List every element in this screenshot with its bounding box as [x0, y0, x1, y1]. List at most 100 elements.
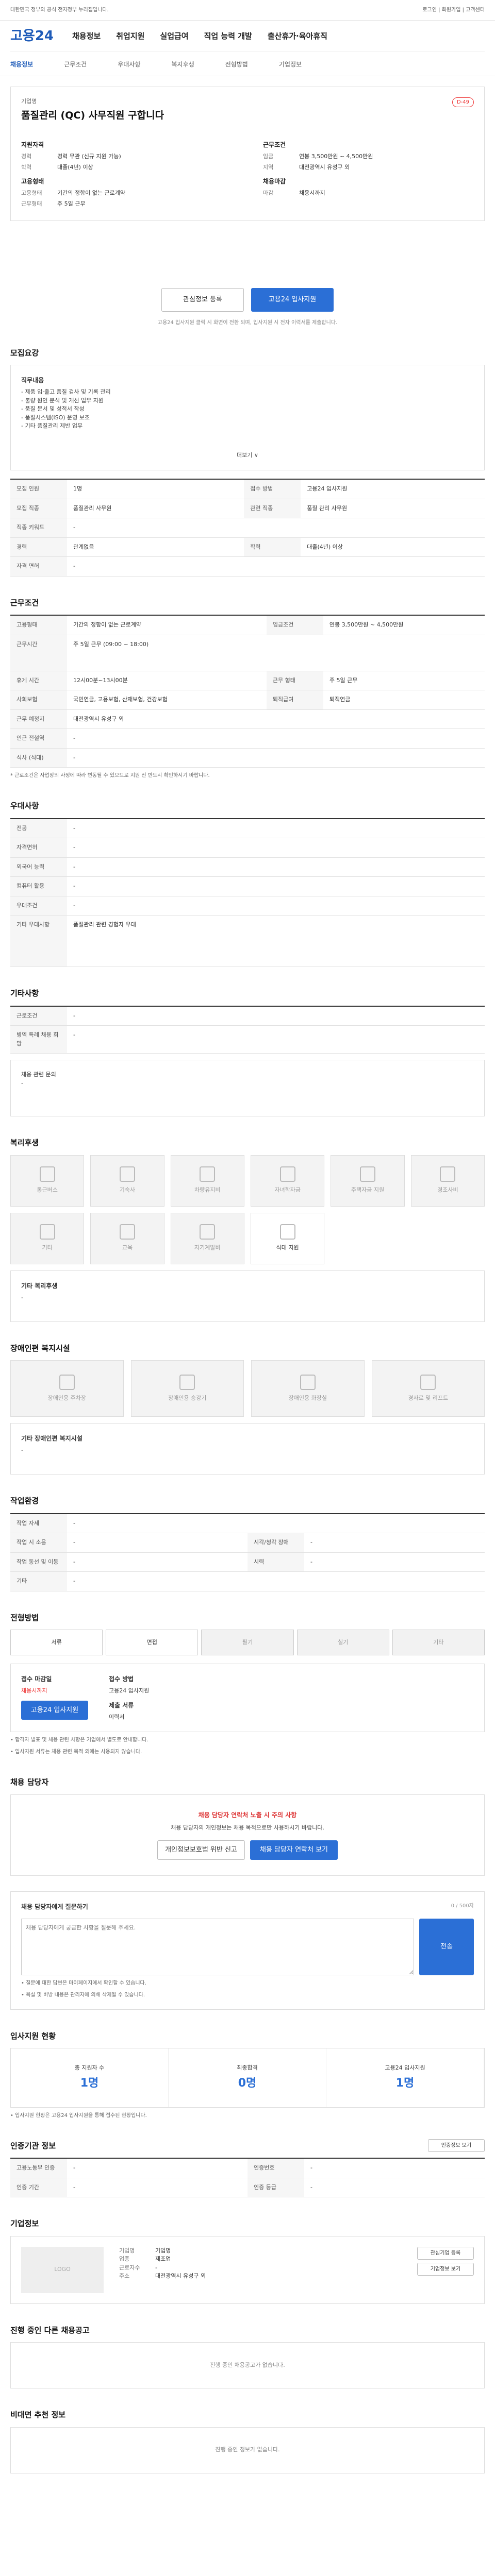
table-value: - — [67, 818, 485, 838]
table-value: - — [67, 728, 485, 749]
method-label: 접수 방법 — [109, 1675, 134, 1683]
report-button[interactable]: 개인정보보호법 위반 신고 — [157, 1840, 245, 1860]
company-key: 기업명 — [119, 2247, 135, 2254]
tab-conditions[interactable]: 근무조건 — [64, 60, 87, 69]
table-key: 기타 — [10, 1571, 67, 1591]
process-steps: 서류 면접 필기 실기 기타 — [10, 1630, 485, 1655]
gnb-item[interactable]: 출산휴가·육아휴직 — [268, 30, 327, 42]
job-description: 직무내용 - 제품 입·출고 품질 검사 및 기록 관리 - 불량 원인 분석 … — [10, 365, 485, 470]
company-value: - — [155, 2264, 157, 2271]
recruit-table: 모집 인원 1명 접수 방법 고용24 입사지원 모집 직종 품질관리 사무원 관련 직종… — [10, 479, 485, 577]
desc-line: - 품질 문서 및 성적서 작성 — [21, 405, 85, 412]
welfare-tile: 차량유지비 — [170, 1155, 244, 1207]
table-key: 자격면허 — [10, 838, 67, 858]
car-icon — [200, 1166, 216, 1182]
more-button[interactable]: 더보기 ∨ — [21, 451, 474, 460]
welfare-tile: 주택자금 지원 — [331, 1155, 405, 1207]
tab-welfare[interactable]: 복지후생 — [172, 60, 194, 69]
gnb-item[interactable]: 채용정보 — [72, 30, 101, 42]
table-value: - — [67, 1025, 485, 1054]
welfare-tile: 교육 — [90, 1212, 164, 1264]
table-value: 국민연금, 고용보험, 산재보험, 건강보험 — [67, 690, 267, 710]
inquiry-title: 채용 관련 문의 — [21, 1071, 56, 1078]
section-title-disabled: 장애인편 복지시설 — [10, 1343, 70, 1353]
docs-value: 이력서 — [109, 1713, 125, 1720]
table-key: 학력 — [244, 537, 301, 557]
table-value: - — [67, 556, 485, 577]
video-empty: 진행 중인 정보가 없습니다. — [10, 2427, 485, 2473]
util-links[interactable]: 로그인 | 회원가입 | 고객센터 — [422, 6, 485, 14]
table-value: - — [67, 1513, 485, 1533]
disabled-tile: 장애인용 주차장 — [10, 1360, 124, 1417]
job-title: 품질관리 (QC) 사무직원 구합니다 — [21, 109, 164, 121]
desc-line: - 기타 품질관리 제반 업무 — [21, 422, 83, 429]
desc-line: - 품질시스템(ISO) 운영 보조 — [21, 414, 90, 421]
welfare-tile: 기타 — [10, 1212, 85, 1264]
stats-box: 총 지원자 수 1명 최종합격 0명 고용24 입사지원 1명 — [10, 2048, 485, 2108]
deadline-label: 접수 마감일 — [21, 1675, 52, 1683]
table-key: 전공 — [10, 818, 67, 838]
apply-info-box: 접수 마감일 채용시까지 고용24 입사지원 접수 방법 고용24 입사지원 제… — [10, 1664, 485, 1732]
table-value: - — [304, 2158, 485, 2178]
table-value: 주 5일 근무 — [323, 671, 485, 690]
welfare-label: 주택자금 지원 — [351, 1187, 385, 1194]
company-info-button[interactable]: 기업정보 보기 — [417, 2262, 474, 2276]
table-key: 병역 특례 채용 희망 — [10, 1025, 67, 1054]
stats-note: • 입사지원 현황은 고용24 입사지원을 통해 접수된 현황입니다. — [10, 2112, 147, 2119]
disabled-tile: 장애인용 승강기 — [130, 1360, 244, 1417]
favorite-company-button[interactable]: 관심기업 등록 — [417, 2246, 474, 2260]
house-icon — [359, 1166, 375, 1182]
welfare-label: 교육 — [122, 1244, 133, 1251]
favorite-button[interactable]: 관심정보 등록 — [161, 288, 244, 312]
table-key: 작업 동선 및 이동 — [10, 1552, 67, 1572]
inquiry-box: 채용 관련 문의 - — [10, 1060, 485, 1116]
table-key: 작업 자세 — [10, 1513, 67, 1533]
stat-item: 고용24 입사지원 1명 — [326, 2048, 484, 2107]
section-title-process: 전형방법 — [10, 1613, 39, 1622]
table-key: 인증 등급 — [248, 2178, 304, 2197]
show-contact-button[interactable]: 채용 담당자 연락처 보기 — [250, 1840, 338, 1860]
cert-button[interactable]: 인증정보 보기 — [428, 2139, 485, 2153]
summary-key: 학력 — [21, 163, 32, 171]
table-value: 연봉 3,500만원 ~ 4,500만원 — [323, 615, 485, 635]
tab-company[interactable]: 기업정보 — [279, 60, 302, 69]
bus-icon — [39, 1166, 55, 1182]
apply-button[interactable]: 고용24 입사지원 — [251, 288, 334, 312]
school-icon — [279, 1166, 295, 1182]
table-key: 고용형태 — [10, 615, 67, 635]
table-key: 모집 직종 — [10, 499, 67, 518]
desc-line: - 불량 원인 분석 및 개선 업무 지원 — [21, 397, 104, 404]
manager-box: 채용 담당자 연락처 노출 시 주의 사항 채용 담당자의 개인정보는 채용 목… — [10, 1794, 485, 1876]
conditions-note: * 근로조건은 사업장의 사정에 따라 변동될 수 있으므로 지원 전 반드시 … — [10, 773, 210, 778]
welfare-label: 경조사비 — [437, 1187, 458, 1194]
table-value: 대전광역시 유성구 외 — [67, 709, 485, 729]
stat-value: 0명 — [238, 2076, 257, 2090]
stat-label: 총 지원자 수 — [74, 2064, 105, 2071]
tab-preference[interactable]: 우대사항 — [118, 60, 140, 69]
summary-value: 채용시까지 — [299, 190, 325, 196]
summary-heading: 고용형태 — [21, 178, 44, 185]
summary-value: 대전광역시 유성구 외 — [299, 163, 350, 171]
apply-button-bottom[interactable]: 고용24 입사지원 — [21, 1700, 88, 1720]
table-value: - — [67, 518, 485, 538]
company-key: 업종 — [119, 2256, 130, 2262]
welfare-label: 차량유지비 — [194, 1187, 221, 1194]
gnb-item[interactable]: 직업 능력 개발 — [204, 30, 252, 42]
welfare-tile: 기숙사 — [90, 1155, 164, 1207]
manager-warning: 채용 담당자 연락처 노출 시 주의 사항 — [198, 1811, 297, 1819]
qa-submit-button[interactable]: 전송 — [419, 1918, 474, 1975]
tab-recruit[interactable]: 채용정보 — [10, 60, 33, 69]
table-value: - — [67, 1552, 248, 1572]
section-title-cert: 인증기관 정보 — [10, 2141, 56, 2150]
tab-process[interactable]: 전형방법 — [225, 60, 248, 69]
qa-input[interactable] — [21, 1918, 414, 1975]
table-key: 직종 키워드 — [10, 518, 67, 538]
gnb-item[interactable]: 실업급여 — [160, 30, 188, 42]
site-logo[interactable]: 고용24 — [10, 26, 62, 46]
table-key: 우대조건 — [10, 896, 67, 916]
table-value: 기간의 정함이 없는 근로계약 — [67, 615, 267, 635]
welfare-tile: 경조사비 — [410, 1155, 485, 1207]
section-title-manager: 채용 담당자 — [10, 1777, 49, 1787]
gnb-item[interactable]: 취업지원 — [116, 30, 144, 42]
company-name[interactable]: 기업명 — [21, 97, 474, 106]
